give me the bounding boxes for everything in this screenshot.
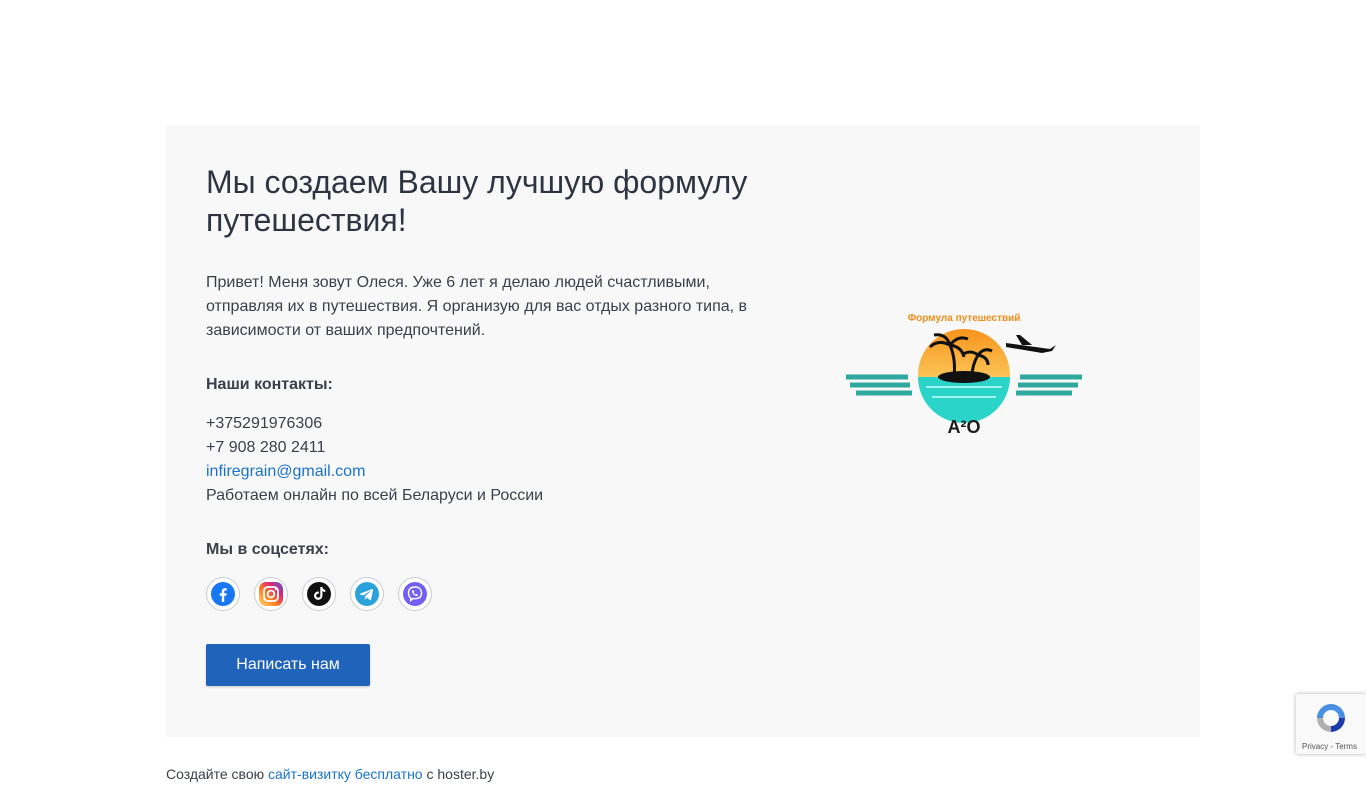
hero-card: Мы создаем Вашу лучшую формулу путешеств… — [166, 125, 1200, 737]
social-links — [206, 577, 432, 611]
recaptcha-badge[interactable]: Privacy - Terms — [1296, 694, 1366, 754]
page-title: Мы создаем Вашу лучшую формулу путешеств… — [206, 164, 748, 238]
contacts-heading: Наши контакты: — [206, 376, 333, 393]
recaptcha-icon — [1317, 704, 1345, 732]
phone-belarus: +375291976306 — [206, 415, 323, 432]
email-link[interactable]: infiregrain@gmail.com — [206, 463, 365, 480]
logo-mark: A²O — [948, 417, 981, 437]
write-us-button[interactable]: Написать нам — [206, 644, 370, 686]
intro-text: Привет! Меня зовут Олеся. Уже 6 лет я де… — [206, 274, 748, 339]
footer: Создайте свою сайт-визитку бесплатно с h… — [166, 766, 494, 782]
footer-suffix: с hoster.by — [426, 766, 495, 782]
phone-russia: +7 908 280 2411 — [206, 439, 326, 456]
telegram-icon[interactable] — [350, 577, 384, 611]
work-area-note: Работаем онлайн по всей Беларуси и Росси… — [206, 487, 544, 504]
recaptcha-links[interactable]: Privacy - Terms — [1302, 742, 1357, 751]
tiktok-icon[interactable] — [302, 577, 336, 611]
instagram-icon[interactable] — [254, 577, 288, 611]
facebook-icon[interactable] — [206, 577, 240, 611]
social-heading: Мы в соцсетях: — [206, 541, 329, 558]
footer-prefix: Создайте свою — [166, 766, 265, 782]
viber-icon[interactable] — [398, 577, 432, 611]
free-site-link[interactable]: сайт-визитку бесплатно — [268, 766, 423, 782]
logo-text: Формула путешествий — [908, 313, 1021, 324]
company-logo: Формула путешествий A²O — [846, 305, 1086, 440]
contacts-list: +375291976306 +7 908 280 2411 infiregrai… — [206, 412, 543, 508]
